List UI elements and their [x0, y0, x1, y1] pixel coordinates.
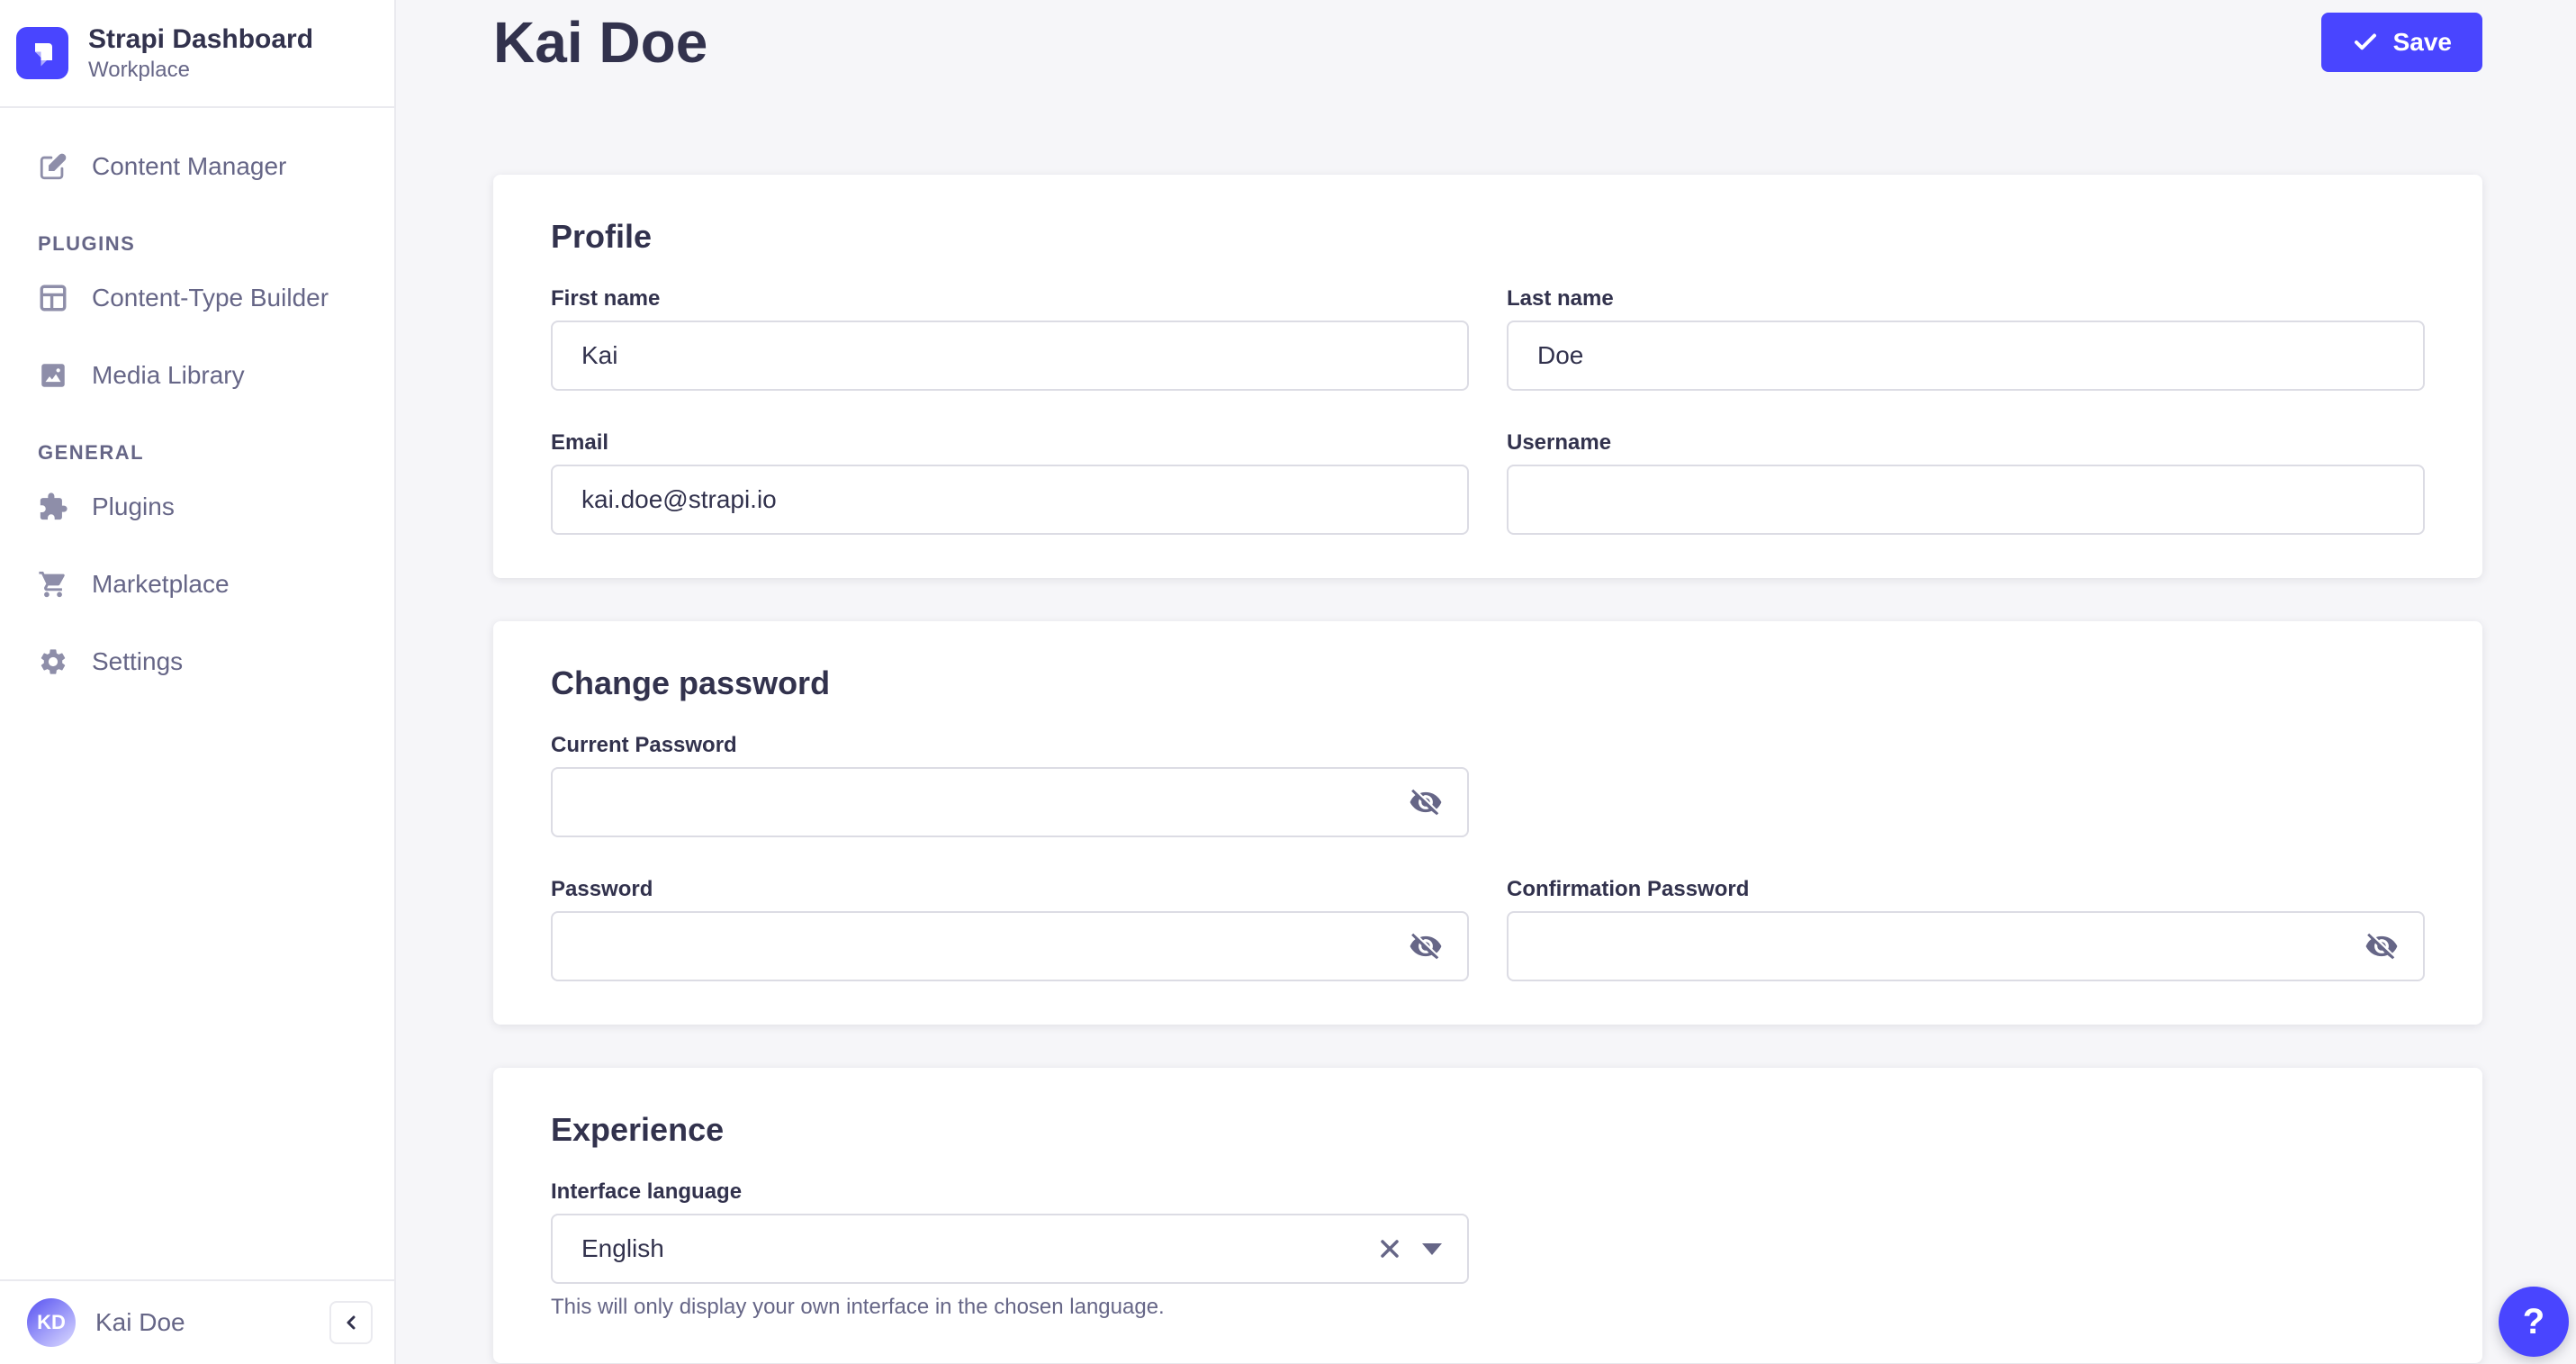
sidebar-item-label: Plugins [92, 492, 175, 521]
app-title: Strapi Dashboard [88, 23, 313, 56]
last-name-input[interactable] [1507, 321, 2425, 391]
interface-language-help: This will only display your own interfac… [551, 1295, 1469, 1320]
interface-language-select[interactable]: English [551, 1214, 1469, 1284]
sidebar-item-content-type-builder[interactable]: Content-Type Builder [0, 259, 394, 337]
first-name-field-group: First name [551, 286, 1469, 391]
eye-off-icon [1409, 785, 1443, 819]
experience-section-title: Experience [551, 1111, 2425, 1149]
page-title: Kai Doe [493, 11, 707, 74]
sidebar-section-plugins: PLUGINS [38, 232, 394, 256]
sidebar-item-media-library[interactable]: Media Library [0, 337, 394, 414]
page-header: Kai Doe Save [493, 11, 2482, 74]
clear-language-button[interactable] [1370, 1229, 1410, 1269]
toggle-confirm-password-visibility-button[interactable] [2362, 926, 2401, 966]
chevron-left-icon [340, 1312, 362, 1333]
sidebar-item-label: Media Library [92, 361, 245, 390]
interface-language-label: Interface language [551, 1179, 1469, 1205]
sidebar-item-label: Marketplace [92, 570, 230, 599]
eye-off-icon [2364, 929, 2399, 963]
toggle-current-password-visibility-button[interactable] [1406, 782, 1446, 822]
sidebar: Strapi Dashboard Workplace Content Manag… [0, 0, 396, 1364]
help-button[interactable]: ? [2499, 1287, 2569, 1357]
check-icon [2352, 29, 2379, 56]
last-name-label: Last name [1507, 286, 2425, 312]
email-field-group: Email [551, 430, 1469, 535]
avatar: KD [27, 1298, 76, 1347]
sidebar-item-settings[interactable]: Settings [0, 623, 394, 700]
current-password-label: Current Password [551, 733, 1469, 758]
profile-section-title: Profile [551, 218, 2425, 256]
sidebar-item-label: Content Manager [92, 152, 286, 181]
profile-card: Profile First name Last name Email [493, 175, 2482, 578]
caret-down-icon[interactable] [1422, 1243, 1442, 1255]
confirm-password-input[interactable] [1507, 911, 2425, 981]
email-field[interactable] [551, 465, 1469, 535]
confirm-password-field-group: Confirmation Password [1507, 877, 2425, 981]
last-name-field-group: Last name [1507, 286, 2425, 391]
sidebar-item-plugins[interactable]: Plugins [0, 468, 394, 546]
change-password-card: Change password Current Password Passwor… [493, 621, 2482, 1025]
sidebar-nav: Content Manager PLUGINS Content-Type Bui… [0, 108, 394, 1279]
email-label: Email [551, 430, 1469, 456]
app-brand[interactable]: Strapi Dashboard Workplace [0, 0, 394, 106]
username-label: Username [1507, 430, 2425, 456]
new-password-label: Password [551, 877, 1469, 902]
sidebar-item-label: Settings [92, 647, 183, 676]
new-password-field-group: Password [551, 877, 1469, 981]
interface-language-value: English [581, 1234, 1370, 1263]
current-password-input[interactable] [551, 767, 1469, 837]
sidebar-item-content-manager[interactable]: Content Manager [0, 128, 394, 205]
content-type-builder-icon [38, 283, 68, 313]
change-password-section-title: Change password [551, 664, 2425, 702]
sidebar-item-marketplace[interactable]: Marketplace [0, 546, 394, 623]
experience-card: Experience Interface language English Th… [493, 1068, 2482, 1363]
interface-language-field-group: Interface language English This will onl… [551, 1179, 1469, 1320]
content-manager-icon [38, 151, 68, 182]
marketplace-icon [38, 569, 68, 600]
plugins-icon [38, 492, 68, 522]
question-mark-icon: ? [2523, 1302, 2544, 1342]
clear-icon [1375, 1234, 1404, 1263]
save-button-label: Save [2393, 28, 2452, 57]
username-field[interactable] [1507, 465, 2425, 535]
new-password-input[interactable] [551, 911, 1469, 981]
first-name-input[interactable] [551, 321, 1469, 391]
strapi-logo [16, 27, 68, 79]
toggle-new-password-visibility-button[interactable] [1406, 926, 1446, 966]
sidebar-collapse-button[interactable] [329, 1301, 373, 1344]
grid-spacer [1507, 733, 2425, 837]
workspace-name: Workplace [88, 58, 313, 83]
main-content: Kai Doe Save Profile First name Last nam… [396, 0, 2576, 1364]
settings-icon [38, 646, 68, 677]
grid-spacer [1507, 1179, 2425, 1320]
current-password-field-group: Current Password [551, 733, 1469, 837]
eye-off-icon [1409, 929, 1443, 963]
sidebar-section-general: GENERAL [38, 441, 394, 465]
save-button[interactable]: Save [2321, 13, 2482, 72]
confirm-password-label: Confirmation Password [1507, 877, 2425, 902]
username-field-group: Username [1507, 430, 2425, 535]
sidebar-item-label: Content-Type Builder [92, 284, 329, 312]
first-name-label: First name [551, 286, 1469, 312]
media-library-icon [38, 360, 68, 391]
sidebar-user-row: KD Kai Doe [0, 1279, 394, 1364]
user-name: Kai Doe [95, 1308, 310, 1337]
